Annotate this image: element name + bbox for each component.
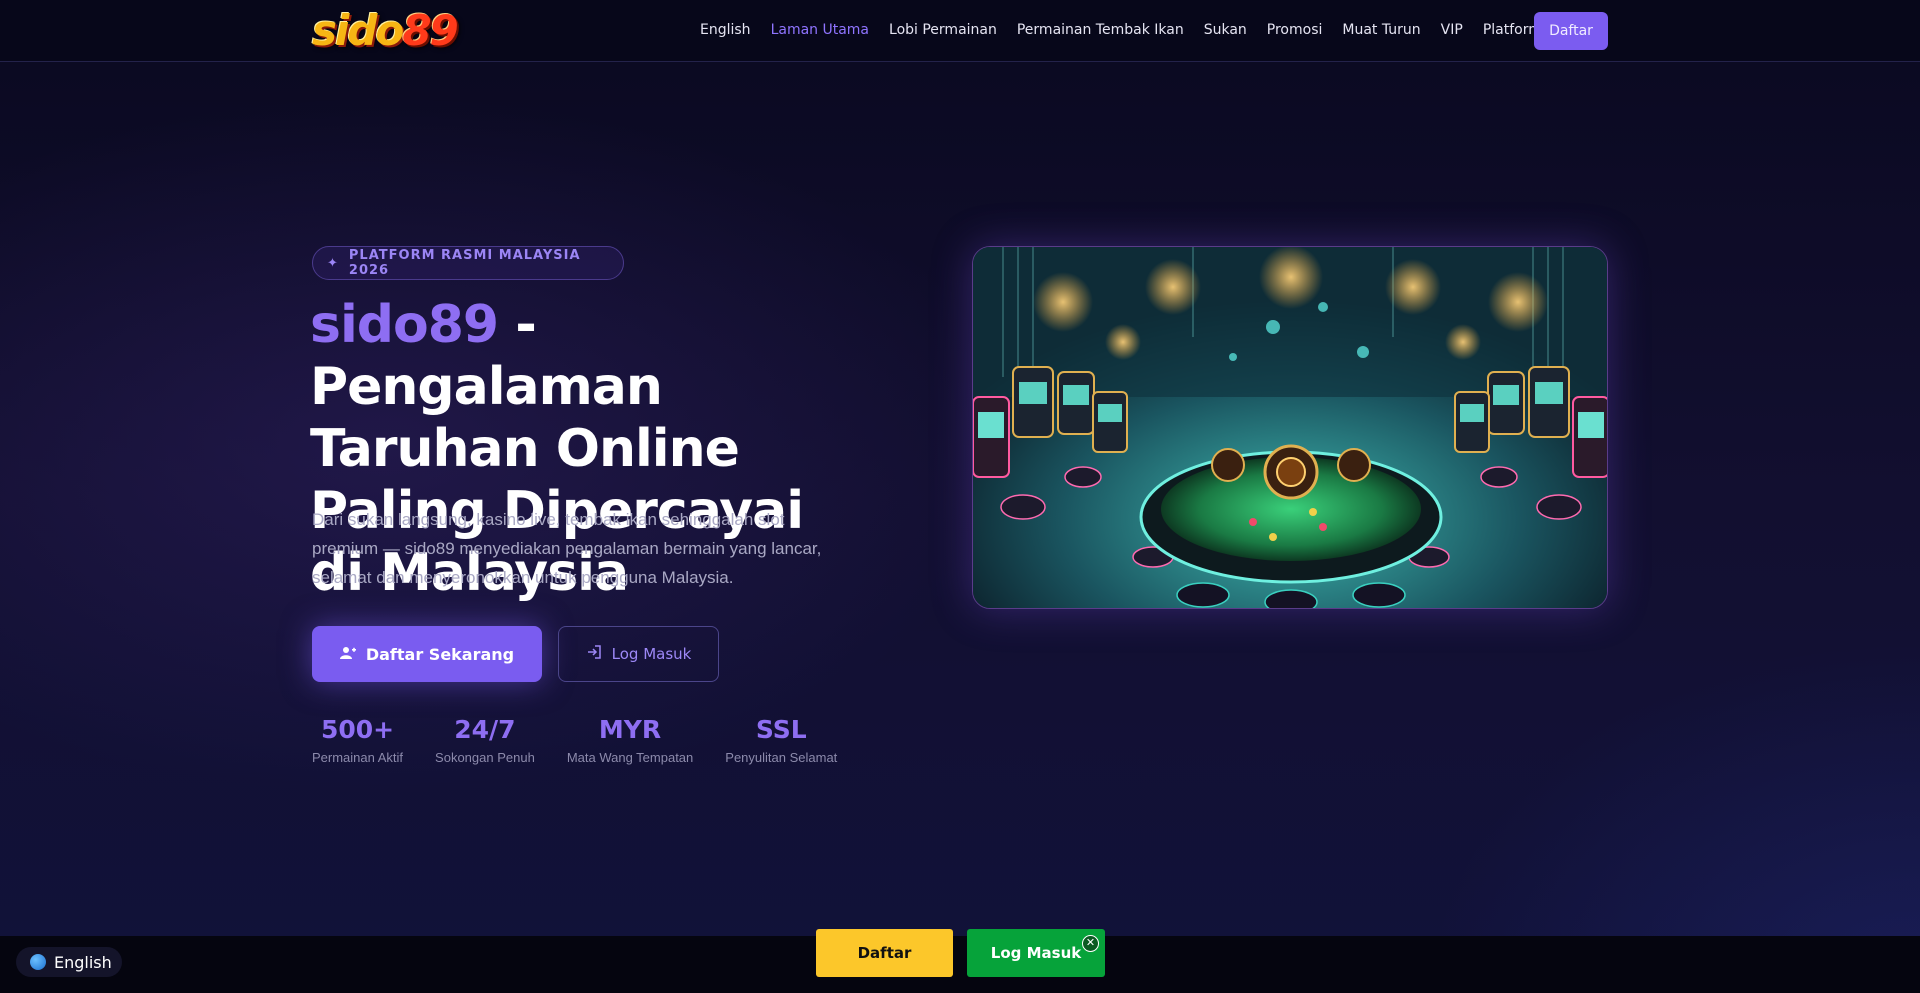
badge-text: PLATFORM RASMI MALAYSIA 2026 [348, 248, 581, 278]
stat-item: 24/7 Sokongan Penuh [435, 712, 535, 765]
header-register-button[interactable]: Daftar [1534, 12, 1608, 50]
login-icon [586, 644, 602, 664]
user-plus-icon [339, 645, 356, 664]
hero-title-brand: sido89 [310, 295, 499, 355]
stat-value: 500+ [320, 715, 395, 744]
stat-label: Permainan Aktif [312, 750, 404, 765]
stat-label: Penyulitan Selamat [725, 750, 838, 765]
stat-label: Sokongan Penuh [435, 750, 535, 765]
stat-item: MYR Mata Wang Tempatan [567, 712, 693, 765]
language-label: English [54, 952, 112, 972]
casino-hero-image [972, 246, 1608, 609]
close-icon[interactable]: ✕ [1082, 935, 1099, 952]
nav-english[interactable]: English [700, 22, 751, 38]
nav-permainan-tembak-ikan[interactable]: Permainan Tembak Ikan [1017, 22, 1184, 38]
login-button[interactable]: Log Masuk [558, 626, 719, 682]
nav-muat-turun[interactable]: Muat Turun [1342, 22, 1420, 38]
stat-value: SSL [755, 715, 807, 744]
register-now-button[interactable]: Daftar Sekarang [312, 626, 542, 682]
platform-badge: ✦ PLATFORM RASMI MALAYSIA 2026 [312, 246, 624, 280]
bottom-register-button[interactable]: Daftar [816, 929, 953, 977]
sido89-logo[interactable]: sido89 [312, 6, 472, 56]
stats-row: 500+ Permainan Aktif 24/7 Sokongan Penuh… [312, 712, 869, 765]
stat-item: SSL Penyulitan Selamat [725, 712, 837, 765]
language-switcher[interactable]: English [16, 947, 122, 977]
login-label: Log Masuk [611, 645, 692, 663]
hero-description: Dari sukan langsung, kasino live, tembak… [312, 510, 822, 587]
nav-vip[interactable]: VIP [1441, 22, 1463, 38]
sparkle-icon: ✦ [327, 255, 339, 271]
bottom-action-bar [0, 936, 1920, 993]
casino-illustration [973, 247, 1607, 608]
stat-item: 500+ Permainan Aktif [312, 712, 403, 765]
site-header: sido89 English Laman Utama Lobi Permaina… [0, 0, 1920, 62]
nav-sukan[interactable]: Sukan [1204, 22, 1247, 38]
stat-value: MYR [598, 715, 662, 744]
stat-value: 24/7 [454, 715, 516, 744]
stat-label: Mata Wang Tempatan [566, 750, 694, 765]
globe-icon [30, 954, 46, 970]
main-nav: English Laman Utama Lobi Permainan Perma… [700, 0, 1562, 60]
register-now-label: Daftar Sekarang [365, 644, 515, 664]
nav-promosi[interactable]: Promosi [1267, 22, 1323, 38]
nav-lobi-permainan[interactable]: Lobi Permainan [889, 22, 997, 38]
nav-laman-utama[interactable]: Laman Utama [771, 22, 869, 38]
